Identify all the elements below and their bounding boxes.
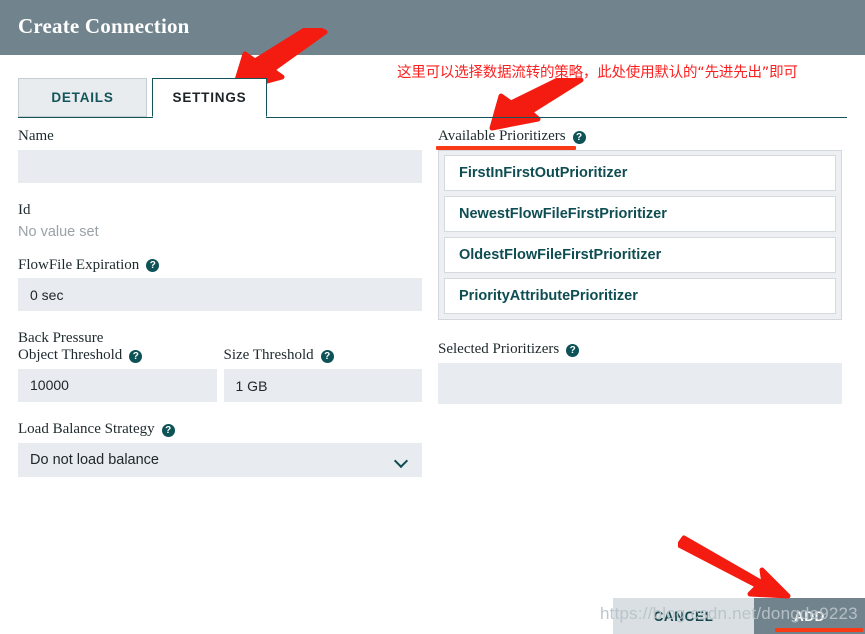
page-title: Create Connection [18,14,190,38]
size-threshold-label: Size Threshold ? [224,330,423,364]
help-icon[interactable]: ? [161,424,175,438]
list-item[interactable]: OldestFlowFileFirstPrioritizer [444,236,836,273]
id-label: Id [18,202,422,219]
prioritizers-panel: Available Prioritizers ? FirstInFirstOut… [438,128,842,404]
selected-prioritizers-label-text: Selected Prioritizers [438,340,560,357]
name-label: Name [18,128,422,145]
tab-strip: DETAILS SETTINGS [0,78,865,119]
annotation-note: 这里可以选择数据流转的策略，此处使用默认的“先进先出”即可 [397,65,798,81]
selected-prioritizers-list[interactable] [438,362,842,404]
list-item[interactable]: FirstInFirstOutPrioritizer [444,154,836,191]
available-prioritizers-label-text: Available Prioritizers [438,128,566,144]
available-prioritizers-label: Available Prioritizers ? [438,128,842,145]
back-pressure-row: Back Pressure Object Threshold ? 10000 S… [18,330,423,403]
help-icon[interactable]: ? [320,350,334,364]
name-label-text: Name [18,128,54,144]
annotation-underline-available [436,146,576,150]
tab-settings[interactable]: SETTINGS [152,78,267,117]
load-balance-strategy-label-text: Load Balance Strategy [18,421,155,438]
name-input[interactable] [18,149,422,183]
flowfile-expiration-input[interactable]: 0 sec [18,278,422,312]
settings-form-left: Name Id No value set FlowFile Expiration… [18,128,422,477]
size-threshold-label-spacer [224,330,423,347]
list-item[interactable]: NewestFlowFileFirstPrioritizer [444,195,836,232]
object-threshold-input[interactable]: 10000 [18,368,217,402]
back-pressure-size-threshold-group: Size Threshold ? 1 GB [223,330,423,403]
flowfile-expiration-label: FlowFile Expiration ? [18,257,422,274]
back-pressure-group-label-text: Back Pressure [18,330,104,347]
back-pressure-group-label: Back Pressure Object Threshold ? [18,330,217,364]
id-value: No value set [18,223,99,240]
back-pressure-object-threshold-group: Back Pressure Object Threshold ? 10000 [18,330,217,402]
load-balance-strategy-select[interactable]: Do not load balance [18,442,422,477]
help-icon[interactable]: ? [566,343,580,357]
help-icon[interactable]: ? [146,259,160,273]
load-balance-strategy-value: Do not load balance [30,451,159,468]
object-threshold-label-text: Object Threshold [18,347,123,364]
annotation-underline-add [775,628,863,632]
help-icon[interactable]: ? [129,350,143,364]
watermark: https://blog.csdn.net/dongde9223 [600,604,858,623]
size-threshold-input[interactable]: 1 GB [223,369,422,403]
tab-active-merge [153,115,266,119]
load-balance-strategy-label: Load Balance Strategy ? [18,421,422,438]
help-icon[interactable]: ? [572,130,586,144]
available-prioritizers-list[interactable]: FirstInFirstOutPrioritizer NewestFlowFil… [438,149,842,320]
id-label-text: Id [18,201,31,218]
arrow-to-add-button [678,535,791,599]
tab-strip-rule [18,117,847,118]
size-threshold-label-text: Size Threshold [223,347,314,364]
dialog-header: Create Connection [0,0,865,55]
list-item[interactable]: PriorityAttributePrioritizer [444,277,836,314]
flowfile-expiration-label-text: FlowFile Expiration [18,256,140,273]
tab-details[interactable]: DETAILS [18,78,147,117]
selected-prioritizers-label: Selected Prioritizers ? [438,341,842,358]
chevron-down-icon [395,456,408,464]
